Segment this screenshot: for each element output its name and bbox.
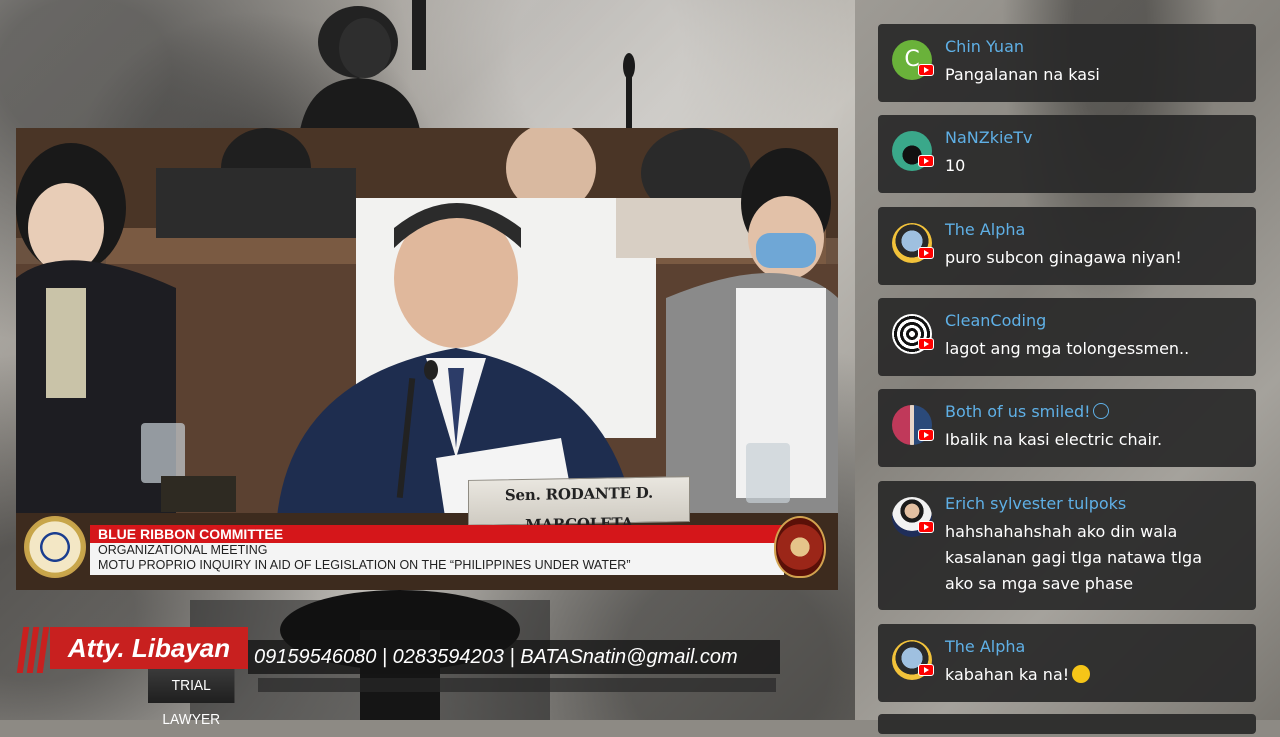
youtube-icon [918,664,934,676]
contact-info: 09159546080 | 0283594203 | BATASnatin@gm… [248,640,780,674]
news-lower-third: BLUE RIBBON COMMITTEE ORGANIZATIONAL MEE… [24,516,830,578]
chat-author-name: Both of us smiled! [945,402,1091,421]
youtube-icon [918,247,934,259]
youtube-icon [918,155,934,167]
chat-text: Ibalik na kasi electric chair. [945,430,1163,449]
chat-text: kabahan ka na! [945,662,1235,688]
chat-text: Pangalanan na kasi [945,65,1100,84]
chat-text: 10 [945,156,966,175]
chat-message: NaNZkieTv 10 [878,115,1256,193]
smile-emoji-icon [1092,403,1109,419]
chat-message: Erich sylvester tulpoks hahshahahshah ak… [878,481,1256,610]
chat-author[interactable]: Erich sylvester tulpoks [945,494,1126,513]
youtube-icon [918,338,934,350]
chat-message: CleanCoding lagot ang mga tolongessmen.. [878,298,1256,376]
meeting-type: ORGANIZATIONAL MEETING [98,543,268,557]
youtube-icon [918,429,934,441]
laughing-emoji-icon [1072,665,1091,683]
banner-stripes [16,627,52,673]
youtube-icon [918,64,934,76]
chat-message: The Alpha puro subcon ginagawa niyan! [878,207,1256,285]
meeting-info: ORGANIZATIONAL MEETING MOTU PROPRIO INQU… [90,543,784,575]
chat-message-partial [878,714,1256,734]
chat-text: puro subcon ginagawa niyan! [945,248,1182,267]
statue-graphic [300,0,426,130]
video-frame[interactable]: Sen. RODANTE D. MARCOLETA BLUE RIBBON CO… [16,128,838,590]
chat-message: Both of us smiled! Ibalik na kasi electr… [878,389,1256,467]
chat-author[interactable]: Both of us smiled! [945,402,1109,421]
chat-text: hahshahahshah ako din wala kasalanan gag… [945,522,1202,593]
committee-title: BLUE RIBBON COMMITTEE [90,525,784,543]
contact-underline [258,678,776,692]
chat-author[interactable]: CleanCoding [945,311,1046,330]
chat-message: C Chin Yuan Pangalanan na kasi [878,24,1256,102]
chat-author[interactable]: The Alpha [945,637,1025,656]
host-role: TRIAL LAWYER [148,669,235,728]
chat-author[interactable]: Chin Yuan [945,37,1024,56]
committee-seal-icon [774,516,826,578]
senate-seal-icon [24,516,86,578]
chat-author[interactable]: The Alpha [945,220,1025,239]
chat-text-body: kabahan ka na! [945,665,1070,684]
chat-message: The Alpha kabahan ka na! [878,624,1256,702]
host-name: Atty. Libayan [50,627,248,669]
inquiry-subject: MOTU PROPRIO INQUIRY IN AID OF LEGISLATI… [98,558,631,572]
chat-text: lagot ang mga tolongessmen.. [945,339,1190,358]
youtube-icon [918,521,934,533]
column-ornament-graphic [623,53,635,130]
chat-author[interactable]: NaNZkieTv [945,128,1033,147]
